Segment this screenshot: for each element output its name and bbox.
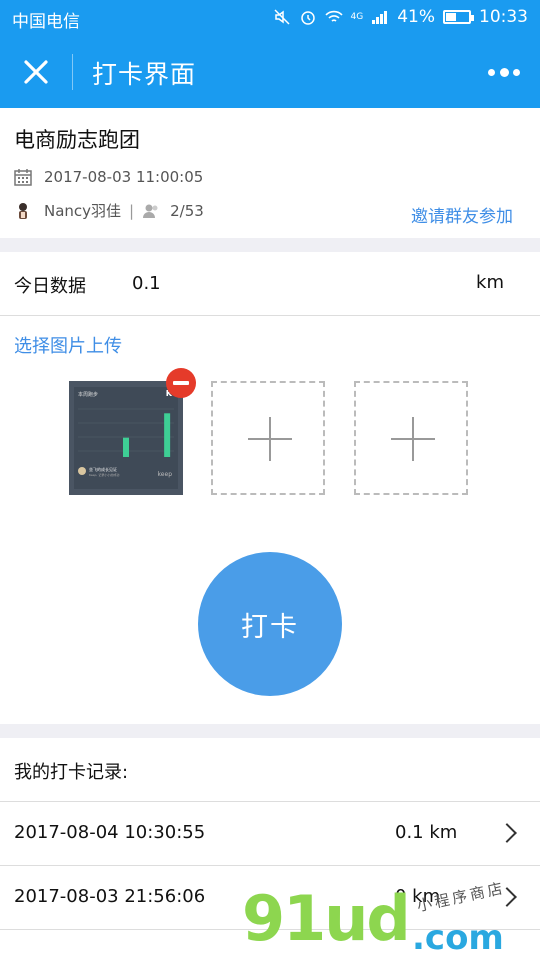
thumbnail-avatar [78,467,86,475]
created-datetime: 2017-08-03 11:00:05 [44,168,204,186]
nav-bar: 打卡界面 [0,36,540,108]
today-data-label: 今日数据 [14,276,86,297]
page-title: 打卡界面 [92,60,197,89]
member-count: 2/53 [170,201,204,220]
wifi-icon [324,10,343,22]
alarm-icon [300,11,315,25]
group-name: 电商励志跑团 [14,128,140,152]
user-row: Nancy羽佳 | 2/53 [14,200,204,221]
nav-divider [72,54,73,90]
record-row[interactable]: 2017-08-04 10:30:55 0.1 km [0,801,540,866]
thumbnail-screen: 本周跑步 K 坐飞的成长见证 Keep, 记录小小的成功 keep [74,387,178,489]
records-title: 我的打卡记录: [14,762,129,783]
record-distance: 0.1 km [395,822,458,843]
checkin-card: 今日数据 km 选择图片上传 本周跑步 K 坐飞的成长见证 Keep, 记录小小… [0,252,540,724]
meta-separator: | [129,201,135,220]
battery-icon [443,10,474,24]
chevron-right-icon [497,823,517,843]
invite-link[interactable]: 邀请群友参加 [411,202,513,227]
add-image-slot-2[interactable] [354,381,468,495]
status-icons: 4G 41% 10:33 [273,7,528,27]
status-bar: 中国电信 4G 41% 10:33 [0,0,540,36]
records-divider [0,929,540,930]
distance-input[interactable] [132,270,432,296]
calendar-icon [14,169,32,186]
distance-unit: km [476,272,504,293]
members-icon [143,204,158,218]
signal-icon [372,11,388,24]
record-distance: 0 km [395,886,441,907]
add-image-slot-1[interactable] [211,381,325,495]
network-type: 4G [350,11,364,22]
remove-image-button[interactable] [166,368,196,398]
date-row: 2017-08-03 11:00:05 [14,168,203,186]
chevron-right-icon [497,887,517,907]
more-icon[interactable] [488,62,520,82]
clock: 10:33 [479,7,528,27]
battery-percent: 41% [397,7,435,27]
record-time: 2017-08-03 21:56:06 [14,886,206,907]
carrier-name: 中国电信 [12,12,80,32]
close-icon[interactable] [18,54,54,90]
thumbnail-bar [164,413,171,457]
record-time: 2017-08-04 10:30:55 [14,822,206,843]
mute-icon [273,9,290,25]
thumbnail-subcaption: Keep, 记录小小的成功 [89,473,120,477]
record-row[interactable]: 2017-08-03 21:56:06 0 km [0,865,540,930]
user-name: Nancy羽佳 [44,202,122,220]
thumbnail-chart [78,408,174,457]
checkin-button[interactable]: 打卡 [198,552,342,696]
records-card: 我的打卡记录: 2017-08-04 10:30:55 0.1 km 2017-… [0,738,540,960]
thumbnail-bar [123,437,129,457]
avatar [19,202,27,219]
thumbnail-header: 本周跑步 [78,392,99,398]
thumbnail-brand: keep [157,471,172,478]
uploaded-image-thumbnail[interactable]: 本周跑步 K 坐飞的成长见证 Keep, 记录小小的成功 keep [69,381,183,495]
today-data-row: 今日数据 km [0,252,540,316]
choose-image-link[interactable]: 选择图片上传 [14,332,122,358]
